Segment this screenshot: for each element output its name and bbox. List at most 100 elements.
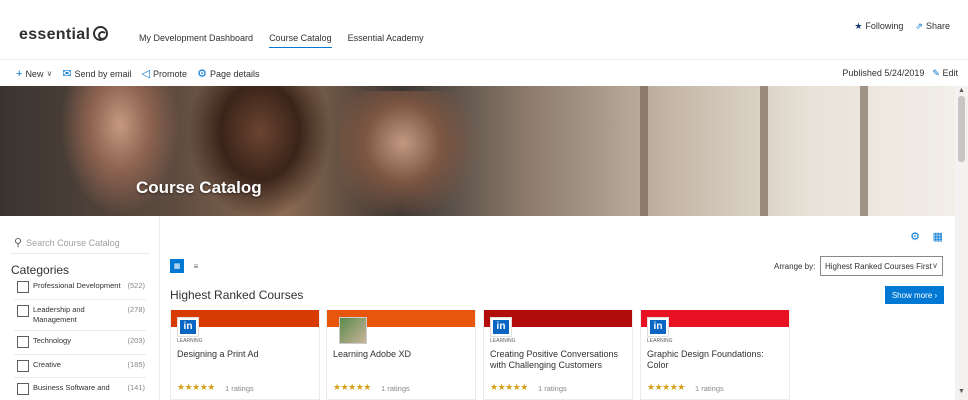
rating-count: 1 ratings [225,384,254,393]
course-card[interactable]: in LEARNING Designing a Print Ad ★★★★★ 1… [170,310,320,400]
plus-icon: + [16,67,23,80]
course-card[interactable]: Learning Adobe XD ★★★★★ 1 ratings [326,310,476,400]
category-label: Professional Development [33,281,121,290]
nav-essential-academy[interactable]: Essential Academy [348,33,424,48]
course-title[interactable]: Designing a Print Ad [177,349,317,360]
rating-stars-icon: ★★★★★ [490,382,528,392]
course-card[interactable]: in LEARNING Creating Positive Conversati… [483,310,633,400]
rating-stars-icon: ★★★★★ [647,382,685,392]
command-bar: + New ∨ ✉ Send by email ◁ Promote ⚙ Page deta… [0,61,968,86]
hero-bg-detail [640,86,648,216]
page-scrollbar[interactable]: ▲ ▼ [955,86,968,400]
divider [14,299,146,300]
category-item[interactable]: Business Software and (141) [17,383,145,395]
rating-count: 1 ratings [695,384,724,393]
checkbox[interactable] [17,305,29,317]
rating-count: 1 ratings [381,384,410,393]
arrange-label: Arrange by: [774,262,816,271]
category-item[interactable]: Creative (185) [17,360,145,372]
scroll-down-icon[interactable]: ▼ [958,388,965,395]
course-card[interactable]: in LEARNING Graphic Design Foundations: … [640,310,790,400]
hero-banner: Course Catalog [0,86,955,216]
show-more-button[interactable]: Show more › [885,286,944,304]
page-details-button[interactable]: ⚙ Page details [197,67,259,80]
category-label: Business Software and [33,383,110,392]
edit-label: Edit [942,68,958,78]
arrange-select[interactable]: Highest Ranked Courses First ∨ [820,256,943,276]
nav-dev-dashboard[interactable]: My Development Dashboard [139,33,253,48]
search-placeholder: Search Course Catalog [26,237,120,248]
category-count: (141) [127,383,145,392]
site-header: essential My Development Dashboard Cours… [0,0,968,60]
category-count: (203) [127,336,145,345]
learning-label: LEARNING [647,338,673,344]
scroll-thumb[interactable] [958,96,965,162]
course-title[interactable]: Graphic Design Foundations: Color [647,349,787,371]
search-input[interactable]: ⚲ Search Course Catalog [14,236,120,249]
show-more-label: Show more [891,290,933,300]
star-icon: ★ [854,21,863,31]
filter-sidebar: ⚲ Search Course Catalog Categories Profes… [0,216,160,400]
hero-bg-detail [760,86,768,216]
linkedin-logo-icon: in [647,317,669,337]
send-email-button[interactable]: ✉ Send by email [62,67,131,80]
category-label: Creative [33,360,61,369]
divider [14,330,146,331]
chevron-down-icon: ∨ [932,261,938,270]
site-logo[interactable]: essential [19,26,109,44]
following-label: Following [865,21,904,31]
category-count: (278) [127,305,145,314]
search-icon: ⚲ [14,237,23,249]
arrange-value: Highest Ranked Courses First [825,262,932,271]
checkbox[interactable] [17,336,29,348]
hero-title: Course Catalog [136,178,262,197]
scroll-up-icon[interactable]: ▲ [958,87,965,94]
rating-stars-icon: ★★★★★ [177,382,215,392]
course-title[interactable]: Creating Positive Conversations with Cha… [490,349,630,371]
publish-info: Published 5/24/2019 ✎ Edit [842,68,958,79]
edit-button[interactable]: ✎ Edit [932,68,958,79]
course-listing: ⚙ ▦ ▦ ≡ Arrange by: Highest Ranked Cours… [160,216,955,400]
linkedin-logo-icon: in [177,317,199,337]
pencil-icon: ✎ [932,68,940,78]
gear-icon[interactable]: ⚙ [910,230,920,243]
published-date: Published 5/24/2019 [842,68,925,78]
linkedin-logo-icon: in [490,317,512,337]
mail-icon: ✉ [62,68,72,80]
promote-button[interactable]: ◁ Promote [142,67,187,80]
category-item[interactable]: Professional Development (522) [17,281,145,293]
share-label: Share [925,21,950,31]
categories-heading: Categories [11,263,70,277]
send-email-label: Send by email [74,68,132,79]
layout-settings-icon[interactable]: ▦ [933,230,943,243]
section-title: Highest Ranked Courses [170,288,304,302]
category-item[interactable]: Leadership and Management (278) [17,305,145,325]
gear-icon: ⚙ [197,68,207,80]
divider [10,253,150,254]
new-button[interactable]: + New ∨ [16,68,52,80]
learning-label: LEARNING [490,338,516,344]
category-count: (522) [127,281,145,290]
divider [14,354,146,355]
course-title[interactable]: Learning Adobe XD [333,349,473,360]
checkbox[interactable] [17,360,29,372]
nav-course-catalog[interactable]: Course Catalog [269,33,332,48]
top-nav: My Development Dashboard Course Catalog … [139,33,424,48]
megaphone-icon: ◁ [141,68,151,80]
grid-view-icon[interactable]: ▦ [170,259,184,273]
list-view-icon[interactable]: ≡ [189,259,203,273]
checkbox[interactable] [17,281,29,293]
chevron-down-icon: ∨ [46,69,53,78]
logo-mark-icon [93,26,109,41]
following-button[interactable]: ★ Following [854,21,903,32]
hero-bg-detail [860,86,868,216]
view-toggle: ▦ ≡ [170,259,203,273]
category-item[interactable]: Technology (203) [17,336,145,348]
category-label: Leadership and Management [33,305,85,324]
divider [14,377,146,378]
share-button[interactable]: ⇗ Share [915,21,950,32]
new-label: New [25,68,44,79]
promote-label: Promote [153,68,188,79]
checkbox[interactable] [17,383,29,395]
category-label: Technology [33,336,71,345]
